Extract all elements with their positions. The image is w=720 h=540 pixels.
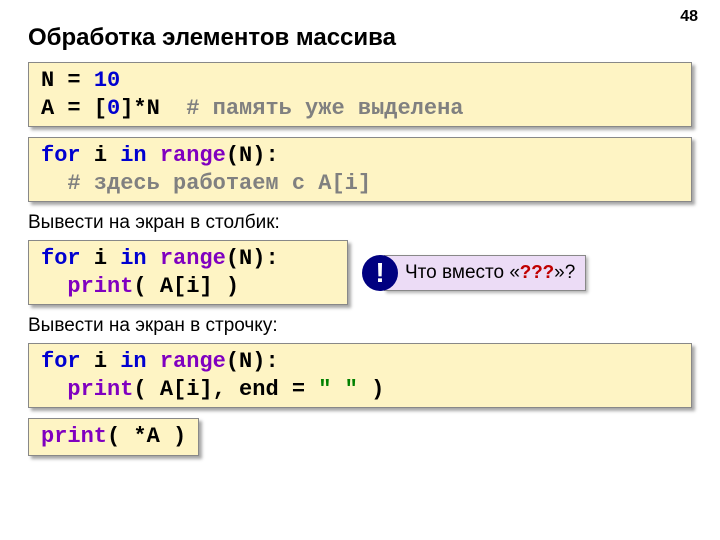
code-var: i bbox=[94, 143, 120, 168]
callout-segment: »? bbox=[554, 262, 575, 283]
code-keyword: for bbox=[41, 143, 94, 168]
code-block-3: for i in range(N): print( A[i] ) bbox=[28, 240, 348, 305]
code-keyword: in bbox=[120, 143, 160, 168]
code-text: ]*N bbox=[120, 96, 186, 121]
subtitle-column: Вывести на экран в столбик: bbox=[28, 212, 692, 234]
code-keyword: for bbox=[41, 349, 94, 374]
code-keyword: in bbox=[120, 246, 160, 271]
code-block-4: for i in range(N): print( A[i], end = " … bbox=[28, 343, 692, 408]
code-keyword: for bbox=[41, 246, 94, 271]
code-var: i bbox=[94, 246, 120, 271]
code-text: A = [ bbox=[41, 96, 107, 121]
slide-title: Обработка элементов массива bbox=[28, 24, 692, 52]
code-block-1: N = 10 A = [0]*N # память уже выделена bbox=[28, 62, 692, 127]
code-number: 10 bbox=[94, 68, 120, 93]
code-text: (N): bbox=[226, 143, 279, 168]
code-builtin: print bbox=[41, 377, 133, 402]
code-text: N = bbox=[41, 68, 94, 93]
code-text: ( A[i], end = bbox=[133, 377, 318, 402]
code-builtin: range bbox=[160, 143, 226, 168]
callout-text: Что вместо «???»? bbox=[384, 255, 586, 291]
callout-note: ! Что вместо «???»? bbox=[362, 255, 586, 291]
code-block-2: for i in range(N): # здесь работаем с A[… bbox=[28, 137, 692, 202]
code-text: ( *A ) bbox=[107, 424, 186, 449]
code-comment: # здесь работаем с A[i] bbox=[41, 171, 371, 196]
code-builtin: print bbox=[41, 424, 107, 449]
code-string: " " bbox=[318, 377, 358, 402]
code-text: (N): bbox=[226, 349, 279, 374]
code-var: i bbox=[94, 349, 120, 374]
exclamation-icon: ! bbox=[362, 255, 398, 291]
row-column-output: for i in range(N): print( A[i] ) ! Что в… bbox=[28, 240, 692, 305]
subtitle-row: Вывести на экран в строчку: bbox=[28, 315, 692, 337]
code-builtin: range bbox=[160, 349, 226, 374]
code-comment: # память уже выделена bbox=[186, 96, 463, 121]
code-text: ( A[i] ) bbox=[133, 274, 239, 299]
code-text: ) bbox=[358, 377, 384, 402]
code-builtin: print bbox=[41, 274, 133, 299]
code-block-5: print( *A ) bbox=[28, 418, 199, 456]
callout-question: ??? bbox=[520, 262, 554, 284]
code-number: 0 bbox=[107, 96, 120, 121]
code-text: (N): bbox=[226, 246, 279, 271]
page-number: 48 bbox=[680, 8, 698, 26]
callout-segment: Что вместо « bbox=[405, 262, 520, 283]
code-builtin: range bbox=[160, 246, 226, 271]
code-keyword: in bbox=[120, 349, 160, 374]
